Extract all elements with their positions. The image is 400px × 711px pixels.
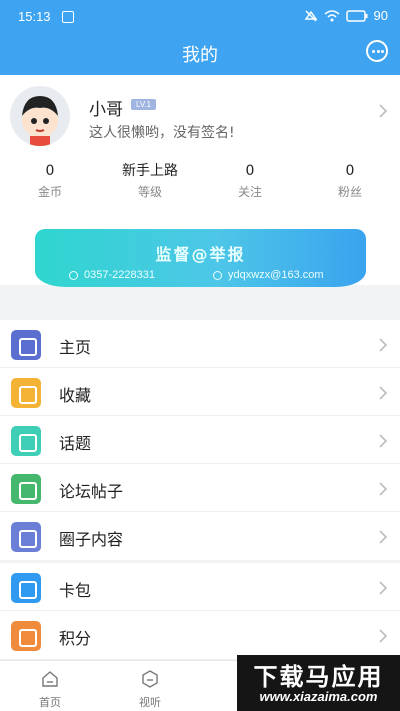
status-time: 15:13	[18, 9, 51, 24]
menu-label: 主页	[59, 338, 92, 357]
tab-label: 视听	[139, 696, 161, 709]
chevron-right-icon	[379, 482, 388, 496]
menu-label: 卡包	[59, 581, 92, 600]
chevron-right-icon	[379, 434, 388, 448]
tab-home[interactable]: 首页	[0, 661, 100, 711]
menu-item-points[interactable]: 积分	[0, 611, 400, 659]
watermark-url: www.xiazaima.com	[259, 689, 378, 704]
menu-item-card-wallet[interactable]: 卡包	[0, 563, 400, 611]
menu-label: 圈子内容	[59, 530, 124, 549]
hashtag-icon	[11, 426, 41, 456]
battery-level: 90	[373, 8, 388, 23]
menu-label: 收藏	[59, 386, 92, 405]
message-icon[interactable]	[366, 40, 388, 62]
stat-label: 等级	[137, 185, 162, 199]
stat-coins[interactable]: 0 金币	[0, 161, 100, 200]
menu-label: 积分	[59, 629, 92, 648]
menu-item-circle-content[interactable]: 圈子内容	[0, 512, 400, 560]
chevron-right-icon	[379, 338, 388, 352]
media-icon	[142, 670, 158, 688]
image-icon	[11, 330, 41, 360]
level-badge: LV.1	[131, 99, 157, 110]
stats-row: 0 金币 新手上路 等级 0 关注 0 粉丝	[0, 161, 400, 200]
stat-label: 金币	[37, 185, 62, 199]
username: 小哥	[89, 100, 123, 120]
stat-level[interactable]: 新手上路 等级	[100, 161, 200, 200]
menu-group-content: 主页 收藏 话题 论坛帖子 圈子内容	[0, 320, 400, 560]
page-title: 我的	[182, 45, 218, 66]
wifi-icon	[324, 9, 340, 21]
watermark: 下载马应用 www.xiazaima.com	[237, 655, 400, 711]
report-banner[interactable]: 监督@举报 0357-2228331 ydqxwzx@163.com	[35, 229, 366, 287]
stat-value: 新手上路	[122, 163, 178, 179]
mute-icon	[304, 9, 317, 22]
watermark-title: 下载马应用	[253, 663, 384, 691]
stat-following[interactable]: 0 关注	[200, 161, 300, 200]
menu-group-wallet: 卡包 积分	[0, 563, 400, 659]
menu-label: 论坛帖子	[59, 482, 124, 501]
tab-label: 首页	[39, 696, 61, 709]
menu-label: 话题	[59, 434, 92, 453]
chat-bubbles-icon	[11, 474, 41, 504]
banner-email: ydqxwzx@163.com	[213, 269, 324, 281]
chevron-right-icon	[379, 581, 388, 595]
signature: 这人很懒哟，没有签名!	[89, 125, 235, 141]
stat-fans[interactable]: 0 粉丝	[300, 161, 400, 200]
battery-icon	[345, 9, 368, 22]
home-icon	[42, 671, 58, 687]
box-icon	[11, 378, 41, 408]
menu-item-homepage[interactable]: 主页	[0, 320, 400, 368]
banner-title: 监督@举报	[155, 245, 246, 264]
menu-item-favorites[interactable]: 收藏	[0, 368, 400, 416]
header: 我的	[0, 34, 400, 75]
menu-item-forum-posts[interactable]: 论坛帖子	[0, 464, 400, 512]
chevron-right-icon	[379, 530, 388, 544]
status-indicators: 90	[304, 8, 388, 23]
stat-value: 0	[345, 163, 355, 179]
notification-icon	[62, 11, 74, 23]
stat-label: 关注	[237, 185, 262, 199]
status-bar: 15:13 90	[0, 0, 400, 34]
chevron-right-icon	[379, 104, 388, 118]
chevron-right-icon	[379, 386, 388, 400]
banner-phone: 0357-2228331	[69, 269, 155, 281]
menu-item-topics[interactable]: 话题	[0, 416, 400, 464]
chevron-right-icon	[379, 629, 388, 643]
circle-icon	[11, 522, 41, 552]
tab-media[interactable]: 视听	[100, 661, 200, 711]
card-icon	[11, 573, 41, 603]
avatar[interactable]	[10, 86, 70, 146]
coins-icon	[11, 621, 41, 651]
stat-value: 0	[245, 163, 255, 179]
stat-label: 粉丝	[337, 185, 362, 199]
stat-value: 0	[45, 163, 55, 179]
